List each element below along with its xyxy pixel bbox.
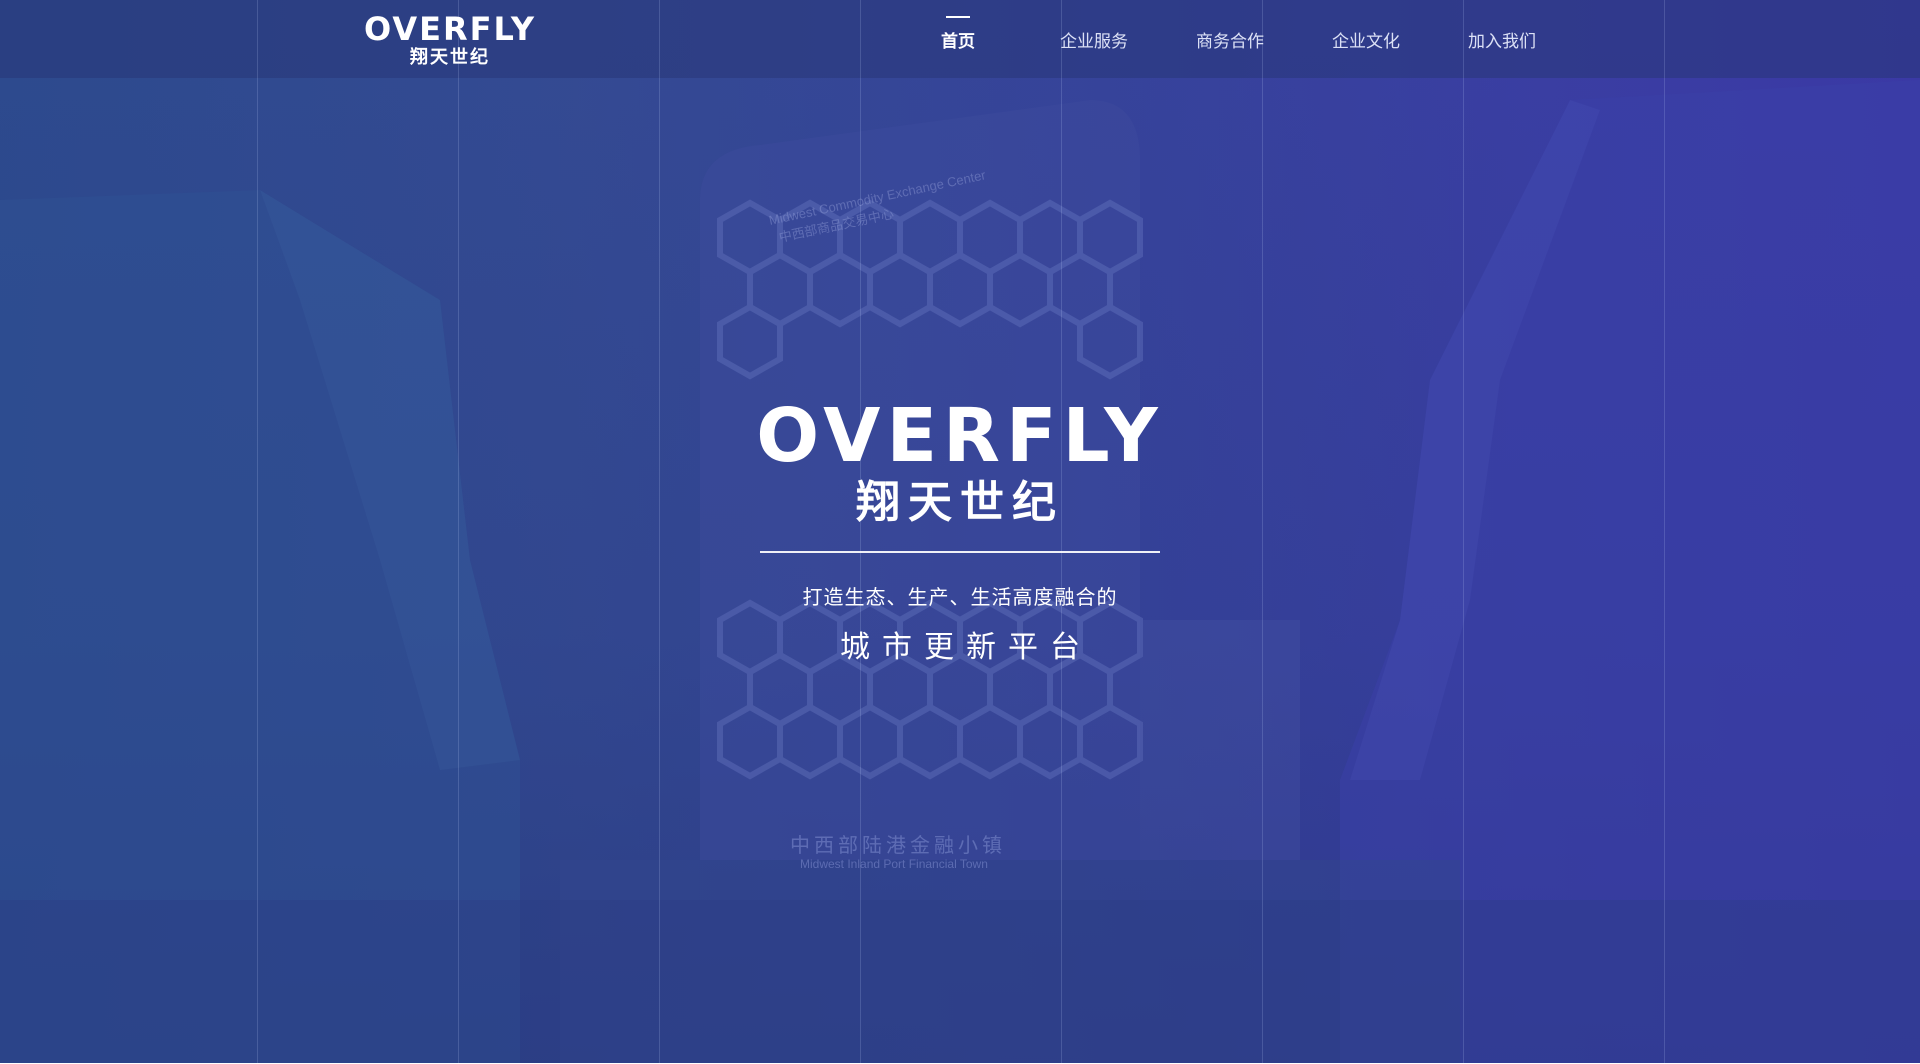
header-logo-cn: 翔天世纪 bbox=[409, 46, 490, 66]
grid-line bbox=[1463, 0, 1464, 1063]
nav-item-services[interactable]: 企业服务 bbox=[1026, 0, 1162, 78]
hero-divider bbox=[760, 551, 1160, 553]
hero-logo-en: OVERFLY bbox=[756, 395, 1163, 479]
grid-line bbox=[257, 0, 258, 1063]
nav-item-label: 加入我们 bbox=[1468, 31, 1536, 52]
grid-line bbox=[458, 0, 459, 1063]
header-logo[interactable]: OVERFLY 翔天世纪 bbox=[357, 12, 543, 66]
nav-item-culture[interactable]: 企业文化 bbox=[1298, 0, 1434, 78]
hero-tagline-line2: 城市更新平台 bbox=[840, 630, 1092, 665]
header-logo-en: OVERFLY bbox=[364, 12, 536, 48]
grid-line bbox=[1664, 0, 1665, 1063]
hero-logo: OVERFLY 翔天世纪 bbox=[756, 395, 1163, 525]
nav-item-label: 企业文化 bbox=[1332, 31, 1400, 52]
nav-item-label: 企业服务 bbox=[1060, 31, 1128, 52]
hero-banner: Midwest Commodity Exchange Center 中西部商品交… bbox=[0, 0, 1920, 1063]
nav-item-label: 首页 bbox=[941, 31, 975, 52]
nav-item-join-us[interactable]: 加入我们 bbox=[1434, 0, 1570, 78]
nav-item-label: 商务合作 bbox=[1196, 31, 1264, 52]
main-nav: 首页 企业服务 商务合作 企业文化 加入我们 bbox=[890, 0, 1570, 78]
hero-tagline-line1: 打造生态、生产、生活高度融合的 bbox=[802, 585, 1118, 609]
page: Midwest Commodity Exchange Center 中西部商品交… bbox=[0, 0, 1920, 1064]
nav-item-cooperation[interactable]: 商务合作 bbox=[1162, 0, 1298, 78]
building-sign-cn: 中西部陆港金融小镇 bbox=[790, 833, 1006, 857]
grid-line bbox=[659, 0, 660, 1063]
hero-content: OVERFLY 翔天世纪 打造生态、生产、生活高度融合的 城市更新平台 bbox=[700, 395, 1220, 666]
building-sign-en: Midwest Inland Port Financial Town bbox=[800, 857, 988, 871]
grid-line bbox=[1262, 0, 1263, 1063]
nav-item-home[interactable]: 首页 bbox=[890, 0, 1026, 78]
hero-logo-cn: 翔天世纪 bbox=[856, 477, 1064, 525]
